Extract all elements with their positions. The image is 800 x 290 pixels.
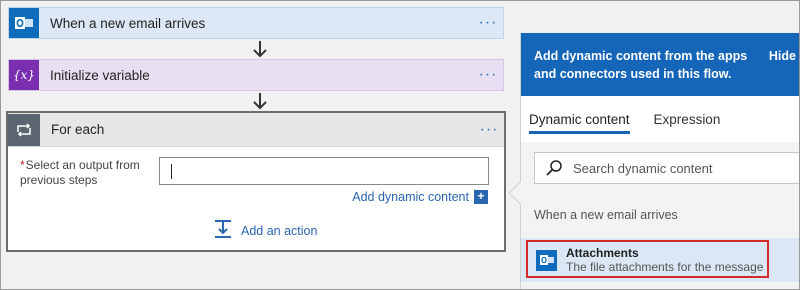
- arrow-down-icon: [250, 92, 270, 112]
- plus-icon: +: [474, 190, 488, 204]
- select-output-input[interactable]: [159, 157, 489, 185]
- step-title: Initialize variable: [50, 67, 150, 83]
- add-dynamic-content-label: Add dynamic content: [352, 190, 469, 204]
- panel-tabs: Dynamic content Expression: [521, 96, 800, 142]
- hide-button[interactable]: Hide: [769, 47, 796, 65]
- item-title: Attachments: [566, 245, 639, 260]
- loop-icon: [8, 113, 40, 146]
- search-dynamic-content-input[interactable]: Search dynamic content: [534, 152, 800, 184]
- step-title: When a new email arrives: [50, 15, 206, 31]
- for-each-title: For each: [51, 122, 105, 137]
- search-icon: [539, 159, 569, 177]
- variable-icon: {x}: [9, 60, 39, 90]
- item-description: The file attachments for the message: [566, 259, 764, 274]
- step-when-new-email-arrives[interactable]: When a new email arrives ···: [8, 7, 504, 39]
- panel-body: Search dynamic content When a new email …: [521, 142, 800, 290]
- field-label-text: Select an output from previous steps: [20, 158, 140, 187]
- add-an-action-button[interactable]: Add an action: [213, 219, 317, 242]
- dynamic-item-attachments[interactable]: Attachments The file attachments for the…: [521, 238, 800, 282]
- add-dynamic-content-link[interactable]: Add dynamic content +: [352, 190, 488, 204]
- for-each-header[interactable]: For each ···: [8, 113, 504, 147]
- more-options-button[interactable]: ···: [474, 121, 504, 139]
- outlook-icon: [9, 8, 39, 38]
- text-caret: [171, 164, 172, 179]
- search-placeholder: Search dynamic content: [573, 160, 713, 176]
- add-action-label: Add an action: [241, 223, 318, 238]
- section-title: When a new email arrives: [534, 208, 678, 222]
- banner-text: Add dynamic content from the apps and co…: [534, 49, 748, 81]
- tab-dynamic-content[interactable]: Dynamic content: [529, 98, 630, 140]
- outlook-icon: [536, 249, 557, 271]
- required-marker: *: [20, 158, 25, 172]
- more-options-button[interactable]: ···: [473, 15, 503, 31]
- arrow-down-icon: [250, 40, 270, 60]
- field-label: *Select an output from previous steps: [20, 158, 150, 188]
- for-each-container: For each ··· *Select an output from prev…: [6, 111, 506, 252]
- panel-banner: Add dynamic content from the apps and co…: [521, 33, 800, 96]
- dynamic-content-panel: Add dynamic content from the apps and co…: [508, 33, 800, 290]
- add-action-icon: [213, 219, 233, 242]
- more-options-button[interactable]: ···: [473, 67, 503, 83]
- tab-expression[interactable]: Expression: [654, 98, 721, 140]
- step-initialize-variable[interactable]: {x} Initialize variable ···: [8, 59, 504, 91]
